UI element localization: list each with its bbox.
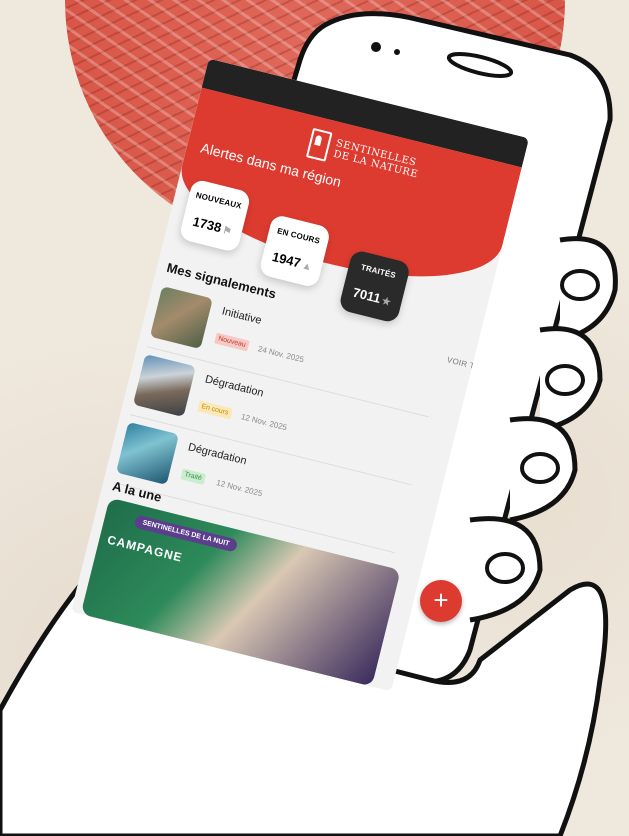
status-badge: Traité [180, 468, 206, 485]
stat-card-done[interactable]: TRAITÉS 7011★ [338, 249, 412, 324]
report-thumbnail [149, 286, 213, 350]
stat-label: NOUVEAUX [194, 190, 243, 211]
report-date: 12 Nov. 2025 [240, 412, 288, 433]
report-title: Dégradation [203, 373, 265, 400]
status-badge: Nouveau [214, 332, 250, 352]
report-title: Dégradation [186, 441, 248, 468]
stat-value: 1738 [191, 213, 223, 236]
report-thumbnail [115, 421, 180, 485]
stat-value: 7011 [351, 284, 383, 306]
status-badge: En cours [197, 400, 233, 420]
stat-value: 1947 [270, 249, 303, 271]
report-date: 24 Nov. 2025 [257, 344, 305, 365]
flag-icon: ⚑ [221, 225, 233, 238]
report-thumbnail [132, 353, 196, 418]
stat-card-new[interactable]: NOUVEAUX 1738⚑ [178, 178, 252, 254]
add-report-button[interactable]: + [420, 580, 462, 622]
report-title: Initiative [220, 305, 263, 327]
rocket-icon: ▲ [300, 260, 313, 274]
stat-label: EN COURS [276, 226, 321, 246]
star-icon: ★ [380, 295, 392, 309]
featured-card-title: CAMPAGNE [105, 532, 185, 565]
stat-label: TRAITÉS [360, 262, 397, 281]
stat-card-in-progress[interactable]: EN COURS 1947▲ [258, 213, 332, 289]
report-date: 12 Nov. 2025 [215, 478, 264, 499]
